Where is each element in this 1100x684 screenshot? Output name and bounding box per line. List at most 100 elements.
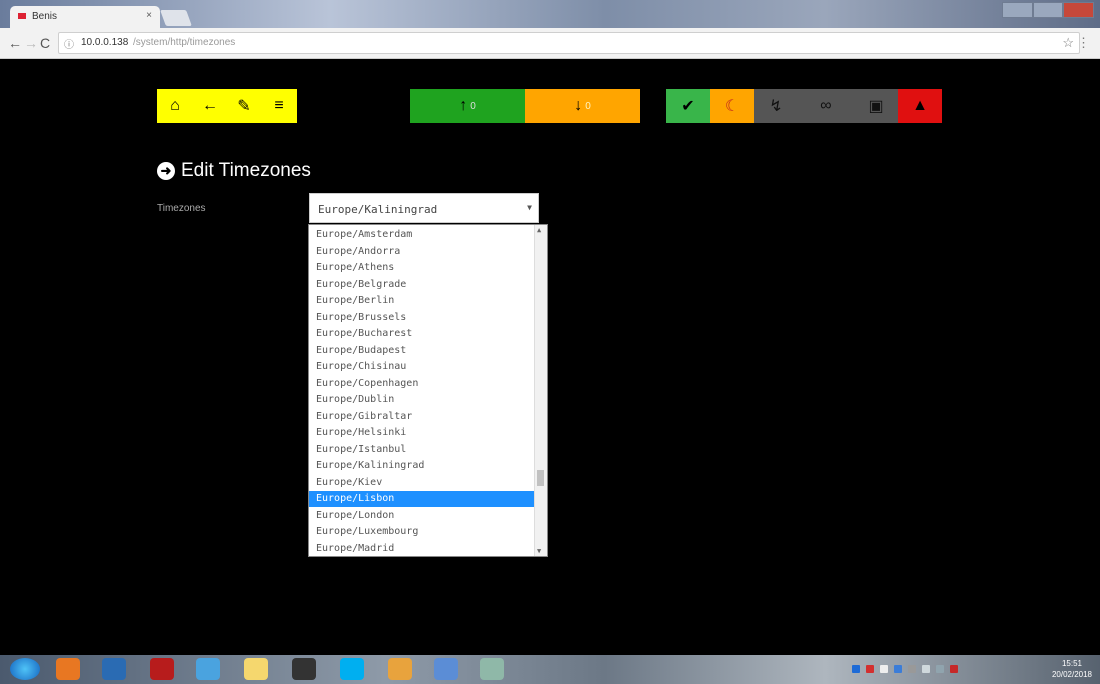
upload-count: 0 [470,100,476,112]
timezone-option[interactable]: Europe/Kaliningrad [309,458,535,474]
alert-button[interactable]: ▲ [898,89,942,123]
taskbar-app-1[interactable] [56,658,80,680]
page-title: ➜ Edit Timezones [157,160,311,182]
download-button[interactable]: ↓ 0 [525,89,640,123]
timezone-option[interactable]: Europe/Copenhagen [309,376,535,392]
tray-icon-2[interactable] [866,665,874,673]
browser-toolbar: ← → C ⓘ 10.0.0.138 /system/http/timezone… [0,28,1100,59]
scrollbar-thumb[interactable] [537,470,544,486]
tray-icon-1[interactable] [852,665,860,673]
lock-button[interactable]: ▣ [854,89,898,123]
circle-arrow-icon[interactable]: ➜ [157,162,175,180]
timezone-option[interactable]: Europe/Lisbon [309,491,535,507]
timezone-option[interactable]: Europe/London [309,508,535,524]
timezone-option[interactable]: Europe/Brussels [309,310,535,326]
taskbar-clock[interactable]: 15:51 20/02/2018 [1052,658,1092,680]
lock-icon: ▣ [868,98,884,115]
volume-icon[interactable] [936,665,944,673]
timezone-option[interactable]: Europe/Bucharest [309,326,535,342]
scroll-down-icon[interactable]: ▼ [537,547,541,555]
menu-button[interactable]: ≡ [261,89,297,123]
window-controls [1002,2,1095,18]
timezone-option[interactable]: Europe/Amsterdam [309,227,535,243]
taskbar-app-10[interactable] [480,658,504,680]
address-bar[interactable]: ⓘ 10.0.0.138 /system/http/timezones [58,32,1080,54]
tray-icon-8[interactable] [950,665,958,673]
timezone-option[interactable]: Europe/Istanbul [309,442,535,458]
wrench-icon: ✎ [237,98,251,115]
timezones-label: Timezones [157,203,206,214]
timezone-option[interactable]: Europe/Gibraltar [309,409,535,425]
arrow-up-icon: ↑ [459,97,468,114]
url-path: /system/http/timezones [133,37,236,48]
new-tab-button[interactable] [160,10,192,26]
page-title-text: Edit Timezones [181,160,311,181]
bolt-icon: ↯ [769,98,783,115]
timezone-option[interactable]: Europe/Madrid [309,541,535,557]
clock-date: 20/02/2018 [1051,670,1092,679]
timezone-option[interactable]: Europe/Andorra [309,244,535,260]
network-icon[interactable] [922,665,930,673]
arrow-down-icon: ↓ [574,97,583,114]
taskbar-app-4[interactable] [196,658,220,680]
power-button[interactable]: ✔ [666,89,710,123]
home-button[interactable]: ⌂ [157,89,193,123]
folder-icon[interactable] [244,658,268,680]
back-icon: ← [202,97,218,114]
timezone-option[interactable]: Europe/Luxembourg [309,524,535,540]
browser-tab[interactable]: Benis × [10,6,160,28]
link-button[interactable]: ∞ [798,89,854,123]
timezone-dropdown-list[interactable]: Europe/Amsterdam Europe/Andorra Europe/Ath… [308,224,548,557]
bookmark-star-icon[interactable]: ☆ [1062,35,1074,51]
minimize-button[interactable] [1002,2,1033,18]
home-icon: ⌂ [170,97,180,114]
chrome-icon[interactable] [388,658,412,680]
taskbar-app-6[interactable] [292,658,316,680]
favicon-icon [18,13,26,19]
skype-icon[interactable] [340,658,364,680]
timezone-option[interactable]: Europe/Berlin [309,293,535,309]
taskbar-app-9[interactable] [434,658,458,680]
moon-icon: ☾ [724,98,740,115]
clock-time: 15:51 [1061,659,1082,668]
info-icon[interactable]: ⓘ [64,36,74,51]
close-window-button[interactable] [1063,2,1095,18]
timezone-select[interactable]: Europe/Kaliningrad ▼ [309,193,539,223]
tab-title: Benis [32,11,58,22]
url-host: 10.0.0.138 [81,37,129,48]
timezone-option[interactable]: Europe/Budapest [309,343,535,359]
tray-icon-5[interactable] [908,665,916,673]
dropdown-scrollbar[interactable]: ▲ ▼ [534,225,547,556]
back-button[interactable]: ← [193,89,227,123]
timezone-option[interactable]: Europe/Dublin [309,392,535,408]
timezone-option[interactable]: Europe/Chisinau [309,359,535,375]
timezone-option[interactable]: Europe/Kiev [309,475,535,491]
plug-icon: ✔ [681,98,695,115]
forward-arrow-icon[interactable]: → [24,35,38,51]
upload-button[interactable]: ↑ 0 [410,89,525,123]
tools-button[interactable]: ✎ [227,89,261,123]
taskbar-app-2[interactable] [102,658,126,680]
timezone-option[interactable]: Europe/Belgrade [309,277,535,293]
bolt-button[interactable]: ↯ [754,89,798,123]
reload-icon[interactable]: C [40,35,50,51]
windows-taskbar: 15:51 20/02/2018 [0,655,1100,684]
browser-menu-icon[interactable]: ⋮ [1077,35,1090,51]
start-button[interactable] [10,658,40,680]
timezone-select-value: Europe/Kaliningrad [318,203,438,216]
download-count: 0 [585,100,591,112]
chevron-down-icon: ▼ [527,203,532,212]
tray-icon-3[interactable] [880,665,888,673]
scroll-up-icon[interactable]: ▲ [537,226,541,234]
timezone-option[interactable]: Europe/Athens [309,260,535,276]
night-mode-button[interactable]: ☾ [710,89,754,123]
tab-close-icon[interactable]: × [146,10,152,21]
link-icon: ∞ [820,97,832,114]
maximize-button[interactable] [1032,2,1064,18]
tray-icon-4[interactable] [894,665,902,673]
browser-tabstrip: Benis × [0,0,1100,28]
timezone-option[interactable]: Europe/Helsinki [309,425,535,441]
back-arrow-icon[interactable]: ← [8,35,22,51]
alert-icon: ▲ [912,97,928,114]
filezilla-icon[interactable] [150,658,174,680]
